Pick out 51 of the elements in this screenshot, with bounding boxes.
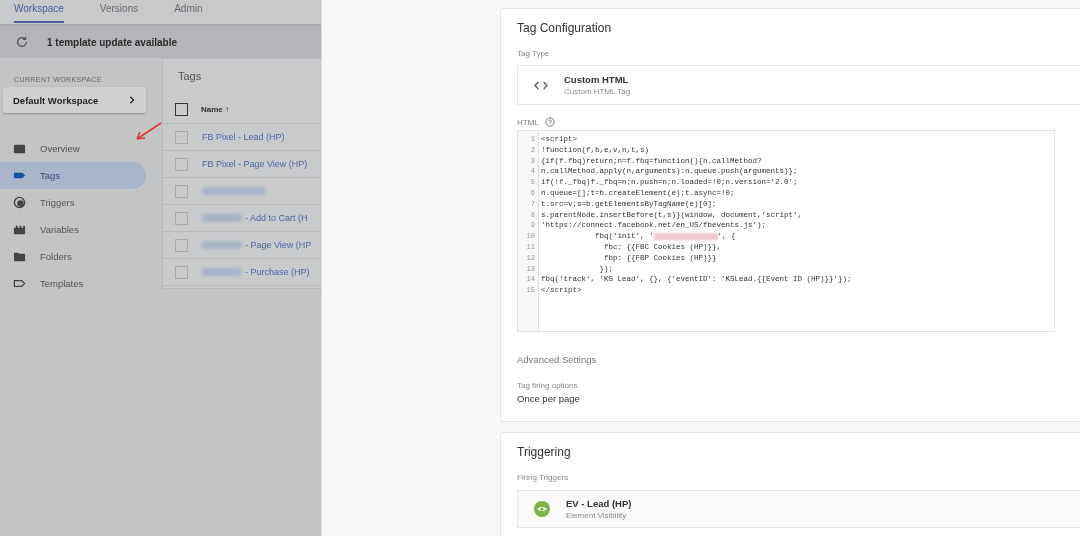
banner-text: 1 template update available	[47, 36, 178, 48]
trigger-icon	[13, 196, 26, 209]
trigger-name: EV - Lead (HP)	[566, 498, 632, 509]
sidebar-item[interactable]: Triggers	[0, 189, 146, 216]
tag-link[interactable]: - Page View (HP	[245, 240, 312, 250]
field-label: HTML	[517, 117, 539, 127]
row-checkbox[interactable]	[175, 238, 188, 252]
row-checkbox[interactable]	[175, 184, 188, 198]
card-title: Tags	[177, 69, 203, 84]
tag-link[interactable]: - Purchase (HP)	[245, 267, 310, 277]
tag-type-box[interactable]: Custom HTML Custom HTML Tag	[517, 65, 1080, 105]
field-label: Tag Type	[517, 49, 551, 58]
annotation-arrow	[133, 121, 163, 143]
row-checkbox[interactable]	[175, 130, 188, 144]
refresh-icon[interactable]	[15, 35, 29, 49]
tag-link[interactable]: FB Pixel - Page View (HP)	[202, 159, 308, 169]
blocks-icon	[13, 223, 26, 236]
sidebar-item[interactable]: Overview	[0, 135, 146, 162]
row-checkbox[interactable]	[175, 157, 188, 171]
code-editor[interactable]	[517, 130, 1055, 332]
trigger-type: Element Visibility	[566, 511, 628, 520]
field-value: Once per page	[517, 393, 581, 404]
code-icon	[534, 79, 548, 91]
sidebar-item[interactable]: Folders	[0, 243, 146, 270]
field-label: Tag firing options	[517, 381, 579, 390]
section-heading: Advanced Settings	[517, 354, 598, 365]
trigger-row[interactable]: EV - Lead (HP) Element Visibility	[517, 490, 1080, 528]
select-all-checkbox[interactable]	[175, 103, 188, 116]
card-title: Triggering	[517, 444, 572, 461]
tag-type-description: Custom HTML Tag	[564, 87, 631, 96]
card-title: Tag Configuration	[517, 20, 613, 37]
sidebar-item[interactable]: Variables	[0, 216, 146, 243]
workspace-selector[interactable]: Default Workspace	[3, 87, 146, 113]
row-checkbox[interactable]	[175, 265, 188, 279]
folder-icon	[13, 250, 26, 263]
tag-type-name: Custom HTML	[564, 74, 630, 85]
nav-tab[interactable]: Versions	[99, 0, 139, 21]
chevron-icon	[128, 96, 136, 104]
column-header[interactable]: Name ↑	[201, 105, 229, 114]
tag-link[interactable]: - Add to Cart (H	[245, 213, 308, 223]
nav-tab[interactable]: Admin	[174, 0, 203, 21]
tag-link[interactable]: FB Pixel - Lead (HP)	[202, 132, 285, 142]
row-checkbox[interactable]	[175, 211, 188, 225]
help-icon[interactable]	[544, 117, 555, 127]
label-outline-icon	[13, 277, 26, 290]
eye-icon	[534, 501, 550, 517]
field-label: Firing Triggers	[517, 473, 570, 482]
folder-tray-icon	[13, 142, 26, 155]
sidebar-item[interactable]: Templates	[0, 270, 146, 297]
nav-tab[interactable]: Workspace	[14, 0, 64, 23]
sidebar-item[interactable]: Tags	[0, 162, 146, 189]
